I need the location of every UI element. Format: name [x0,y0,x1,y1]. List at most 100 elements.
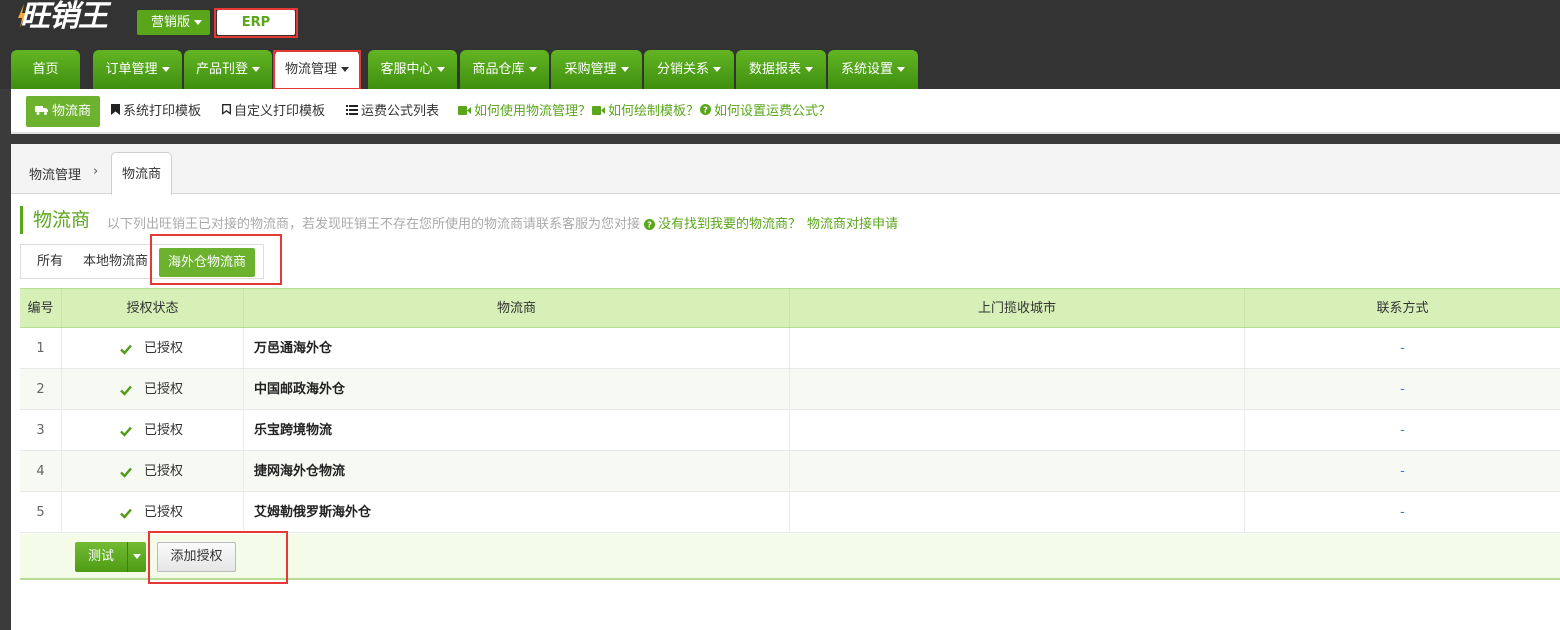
subnav-item-help-shipping-formula[interactable]: ? 如何设置运费公式？ [700,89,831,134]
test-button[interactable]: 测试 [75,542,127,572]
nav-tab-label: 产品刊登 [195,62,248,77]
cell-carrier: 艾姆勒俄罗斯海外仓 [244,492,790,532]
cell-carrier: 捷网海外仓物流 [244,451,790,491]
subnav-item-system-print-template[interactable]: 系统打印模板 [111,89,201,134]
left-gutter [0,89,11,630]
subnav-item-help-logistics[interactable]: 如何使用物流管理？ [458,89,591,134]
caret-down-icon [161,67,170,72]
caret-down-icon [528,67,537,72]
nav-tab-order-mgmt[interactable]: 订单管理 [93,50,182,89]
svg-text:?: ? [647,220,652,230]
video-icon [592,89,605,134]
cell-contact: - [1400,382,1405,397]
question-icon: ? [644,219,655,230]
status-text: 已授权 [144,341,184,356]
subnav-item-custom-print-template[interactable]: 自定义打印模板 [222,89,325,134]
nav-tab-data-reports[interactable]: 数据报表 [736,50,826,89]
cell-id: 5 [20,492,62,532]
nav-tab-system-settings[interactable]: 系统设置 [828,50,918,89]
table-row[interactable]: 5 已授权 艾姆勒俄罗斯海外仓 - [20,492,1560,533]
carrier-apply-link[interactable]: 物流商对接申请 [807,213,898,232]
cell-pickup-city [790,410,1245,450]
bookmark-icon [111,89,120,134]
svg-text:?: ? [703,105,708,115]
filter-overseas-button[interactable]: 海外仓物流商 [159,248,256,277]
tab-carrier[interactable]: 物流商 [111,152,172,195]
nav-tab-product-warehouse[interactable]: 商品仓库 [460,50,549,89]
cell-carrier: 乐宝跨境物流 [244,410,790,450]
cell-contact: - [1400,341,1405,356]
check-icon [120,508,132,519]
check-icon [120,467,132,478]
cell-id: 1 [20,328,62,368]
bookmark-outline-icon [222,89,231,134]
cell-id: 2 [20,369,62,409]
subnav-item-label: 物流商 [52,104,92,119]
not-found-carrier-link[interactable]: ? 没有找到我要的物流商？ [644,213,801,232]
question-icon: ? [700,89,711,134]
nav-tab-distribution[interactable]: 分销关系 [644,50,734,89]
check-icon [120,344,132,355]
cell-carrier: 中国邮政海外仓 [244,369,790,409]
nav-tab-home[interactable]: 首页 [11,50,80,89]
cell-status: 已授权 [62,451,244,491]
nav-tab-customer-service[interactable]: 客服中心 [368,50,457,89]
cell-status: 已授权 [62,410,244,450]
subnav-item-carrier[interactable]: 物流商 [26,96,101,127]
subnav-item-label: 自定义打印模板 [234,104,326,119]
nav-tab-label: 分销关系 [656,62,709,77]
breadcrumb-separator: › [93,164,99,179]
nav-tab-label: 商品仓库 [472,62,525,77]
subnav-item-label: 如何使用物流管理？ [474,104,592,119]
edition-dropdown-button[interactable]: 营销版 [137,10,210,35]
check-icon [120,426,132,437]
table-footer: 测试 添加授权 [20,534,1560,580]
caret-down-icon [436,67,445,72]
table-row[interactable]: 4 已授权 捷网海外仓物流 - [20,451,1560,492]
caret-down-icon [341,67,349,72]
table-row[interactable]: 2 已授权 中国邮政海外仓 - [20,369,1560,410]
subnav-item-label: 如何绘制模板？ [608,104,700,119]
erp-button[interactable]: ERP [217,10,295,35]
caret-down-icon [897,67,905,72]
table-row[interactable]: 3 已授权 乐宝跨境物流 - [20,410,1560,451]
caret-down-icon [713,67,721,72]
nav-tab-purchase-mgmt[interactable]: 采购管理 [551,50,642,89]
nav-tab-label: 数据报表 [748,62,801,77]
list-icon [346,89,358,134]
nav-tab-label: 订单管理 [105,62,158,77]
filter-local-button[interactable]: 本地物流商 [83,245,148,278]
table-row[interactable]: 1 已授权 万邑通海外仓 - [20,328,1560,369]
top-header: 旺销王 营销版 ERP 首页 订单管理 产品刊登 物流管理 客服中心 商品仓库 采购管理 分销… [0,0,1560,90]
col-header-pickup-city: 上门揽收城市 [790,289,1245,327]
section-description: 以下列出旺销王已对接的物流商，若发现旺销王不存在您所使用的物流商请联系客服为您对… [107,217,641,232]
cell-id: 3 [20,410,62,450]
check-icon [120,385,132,396]
section-title: 物流商 [20,206,90,234]
subnav-item-label: 如何设置运费公式？ [714,104,832,119]
app-logo[interactable]: 旺销王 [14,0,130,36]
test-dropdown-toggle[interactable] [127,542,146,572]
cell-id: 4 [20,451,62,491]
add-authorization-button[interactable]: 添加授权 [157,542,236,572]
col-header-contact: 联系方式 [1376,301,1429,316]
subnav-item-help-template[interactable]: 如何绘制模板？ [592,89,699,134]
subnav-item-label: 运费公式列表 [361,104,440,119]
nav-tab-product-listing[interactable]: 产品刊登 [184,50,272,89]
sub-nav: 物流商 系统打印模板 自定义打印模板 运费公式列表 如何使用物流管理？ 如何绘制模板？? 如… [11,89,1560,134]
caret-down-icon [620,67,629,72]
cell-pickup-city [790,451,1245,491]
video-icon [458,89,471,134]
cell-status: 已授权 [62,492,244,532]
nav-tab-label: 系统设置 [840,62,893,77]
caret-down-icon [252,67,260,72]
main-content: 物流管理 › 物流商 物流商 以下列出旺销王已对接的物流商，若发现旺销王不存在您… [11,144,1560,630]
col-header-carrier: 物流商 [244,289,790,327]
subnav-item-shipping-formula-list[interactable]: 运费公式列表 [346,89,439,134]
nav-tab-logistics-mgmt[interactable]: 物流管理 [275,50,359,89]
col-header-status: 授权状态 [62,289,244,327]
nav-tab-label: 客服中心 [380,62,433,77]
breadcrumb-parent[interactable]: 物流管理 [29,164,81,183]
logo-text: 旺销王 [20,0,108,34]
filter-all-button[interactable]: 所有 [37,245,63,278]
